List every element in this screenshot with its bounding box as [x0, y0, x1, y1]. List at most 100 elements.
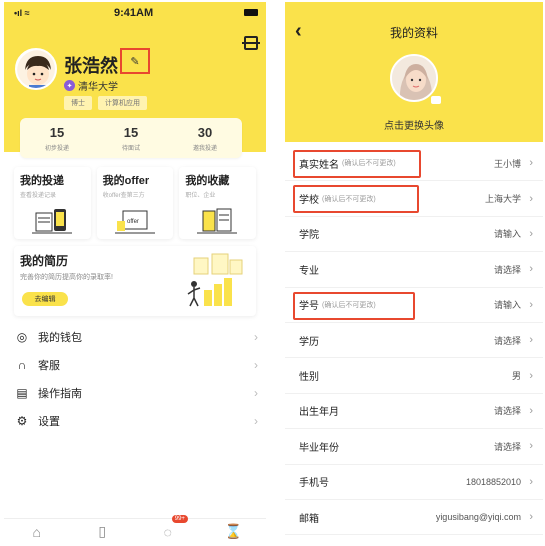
gear-icon: ⚙ — [16, 414, 28, 428]
battery-icon — [244, 9, 258, 16]
field-label: 学历 — [299, 336, 319, 348]
field-value: 请输入 — [493, 300, 521, 311]
menu-label: 我的钱包 — [38, 332, 82, 344]
field-label: 学院 — [299, 230, 319, 242]
change-avatar-label[interactable]: 点击更换头像 — [285, 117, 543, 132]
chevron-right-icon: › — [254, 330, 258, 344]
field-label: 出生年月 — [299, 407, 339, 419]
status-time: 9:41AM — [114, 7, 154, 19]
field-value: 王小博 — [493, 158, 521, 169]
chevron-right-icon: › — [529, 192, 533, 205]
field-gender[interactable]: 性别 男 › — [285, 358, 543, 394]
field-graduation-year[interactable]: 毕业年份 请选择 › — [285, 429, 543, 465]
school-name: 清华大学 — [78, 82, 118, 93]
field-value: 上海大学 — [484, 194, 521, 205]
stat-label: 初步投递 — [44, 145, 69, 152]
field-label: 邮箱 — [299, 513, 319, 525]
edit-resume-button[interactable]: 去编辑 — [22, 292, 68, 306]
wallet-icon: ◎ — [16, 330, 28, 344]
guide-icon: ▤ — [16, 386, 28, 400]
chat-icon: ◌ — [163, 523, 172, 540]
profile-screen: •ıl ≈ 9:41AM 张浩然 ✎ ✦ 清华大学 博士 计算机应用 15 初步… — [4, 2, 266, 544]
document-icon: ▯ — [98, 523, 107, 539]
profile-avatar[interactable] — [390, 54, 438, 102]
settings-menu: ◎ 我的钱包 › ∩ 客服 › ▤ 操作指南 › ⚙ 设置 › — [14, 323, 264, 435]
field-email[interactable]: 邮箱 yigusibang@yiqi.com › — [285, 500, 543, 536]
home-icon: ⌂ — [32, 523, 41, 540]
stat-value: 30 — [197, 124, 213, 140]
field-value: 请输入 — [493, 229, 521, 240]
chevron-right-icon: › — [529, 404, 533, 417]
edit-icon: ✎ — [130, 55, 140, 68]
card-my-applications[interactable]: 我的投递 查看投递记录 — [14, 167, 91, 239]
field-college[interactable]: 学院 请输入 › — [285, 217, 543, 253]
stat-interview[interactable]: 15 待面试 — [101, 125, 161, 152]
resume-illustration — [187, 253, 243, 307]
field-phone[interactable]: 手机号 18018852010 › — [285, 465, 543, 500]
field-education[interactable]: 学历 请选择 › — [285, 323, 543, 359]
field-value: 请选择 — [493, 335, 521, 346]
field-value: 男 — [511, 371, 521, 382]
avatar[interactable] — [15, 48, 57, 90]
svg-text:offer: offer — [127, 219, 139, 225]
tab-messages[interactable]: ◌ 99+ — [148, 514, 188, 540]
chevron-right-icon: › — [529, 511, 533, 524]
stat-applied[interactable]: 15 初步投递 — [27, 125, 87, 152]
tab-home[interactable]: ⌂ — [17, 524, 57, 540]
stats-panel: 15 初步投递 15 待面试 30 邀我投递 — [20, 118, 242, 158]
tab-me[interactable]: ⌛ — [213, 523, 253, 540]
tab-bar: ⌂ ▯ ◌ 99+ ⌛ — [4, 514, 266, 544]
menu-item-support[interactable]: ∩ 客服 › — [14, 351, 264, 379]
card-my-favorites[interactable]: 我的收藏 职位、企业 — [179, 167, 257, 239]
field-label: 毕业年份 — [299, 442, 339, 454]
card-my-offers[interactable]: 我的offer 收offer查第三方 offer — [96, 167, 174, 239]
chevron-right-icon: › — [254, 358, 258, 372]
menu-label: 操作指南 — [38, 388, 82, 400]
card-subtitle: 收offer查第三方 — [102, 193, 145, 199]
tab-jobs[interactable]: ▯ — [82, 523, 122, 540]
card-title: 我的offer — [102, 175, 150, 187]
field-label: 性别 — [299, 372, 319, 384]
field-major[interactable]: 专业 请选择 › — [285, 252, 543, 288]
chevron-right-icon: › — [529, 334, 533, 347]
chevron-right-icon: › — [529, 263, 533, 276]
stat-value: 15 — [49, 124, 65, 140]
school-logo-icon: ✦ — [64, 80, 75, 91]
chevron-right-icon: › — [529, 369, 533, 382]
field-label: 手机号 — [299, 478, 329, 490]
page-title: 我的资料 — [389, 26, 438, 40]
card-title: 我的收藏 — [185, 175, 230, 187]
field-value: yigusibang@yiqi.com — [435, 512, 521, 523]
field-value: 18018852010 — [465, 476, 521, 487]
scan-icon[interactable] — [242, 36, 260, 50]
edit-profile-button[interactable]: ✎ — [120, 48, 150, 74]
stat-label: 邀我投递 — [192, 145, 217, 152]
camera-icon — [431, 96, 441, 104]
highlight-student-id — [293, 292, 415, 320]
favorites-illustration — [197, 208, 238, 234]
menu-item-settings[interactable]: ⚙ 设置 › — [14, 407, 264, 435]
highlight-school — [293, 185, 419, 213]
school-row: ✦ 清华大学 — [64, 78, 118, 93]
chevron-right-icon: › — [254, 386, 258, 400]
stat-label: 待面试 — [121, 145, 140, 152]
chevron-right-icon: › — [529, 157, 533, 170]
resume-card[interactable]: 我的简历 完善你的简历提高你的录取率! 去编辑 — [14, 246, 256, 316]
chevron-right-icon: › — [529, 475, 533, 488]
menu-item-guide[interactable]: ▤ 操作指南 › — [14, 379, 264, 407]
user-name: 张浩然 — [64, 56, 118, 76]
profile-detail-screen: ‹ 我的资料 点击更换头像 真实姓名 (确认后不可更改) 王小博 › 学校 (确… — [285, 2, 543, 544]
field-value: 请选择 — [493, 264, 521, 275]
stat-value: 15 — [123, 124, 139, 140]
stat-invited[interactable]: 30 邀我投递 — [175, 125, 235, 152]
menu-item-wallet[interactable]: ◎ 我的钱包 › — [14, 323, 264, 351]
field-label: 专业 — [299, 265, 319, 277]
chevron-right-icon: › — [254, 414, 258, 428]
applications-illustration — [32, 209, 72, 234]
card-subtitle: 查看投递记录 — [20, 193, 57, 199]
menu-label: 设置 — [38, 416, 60, 428]
field-value: 请选择 — [493, 441, 521, 452]
profile-tags: 博士 计算机应用 — [64, 96, 147, 110]
tag-major: 计算机应用 — [98, 96, 147, 110]
field-birth-date[interactable]: 出生年月 请选择 › — [285, 394, 543, 430]
